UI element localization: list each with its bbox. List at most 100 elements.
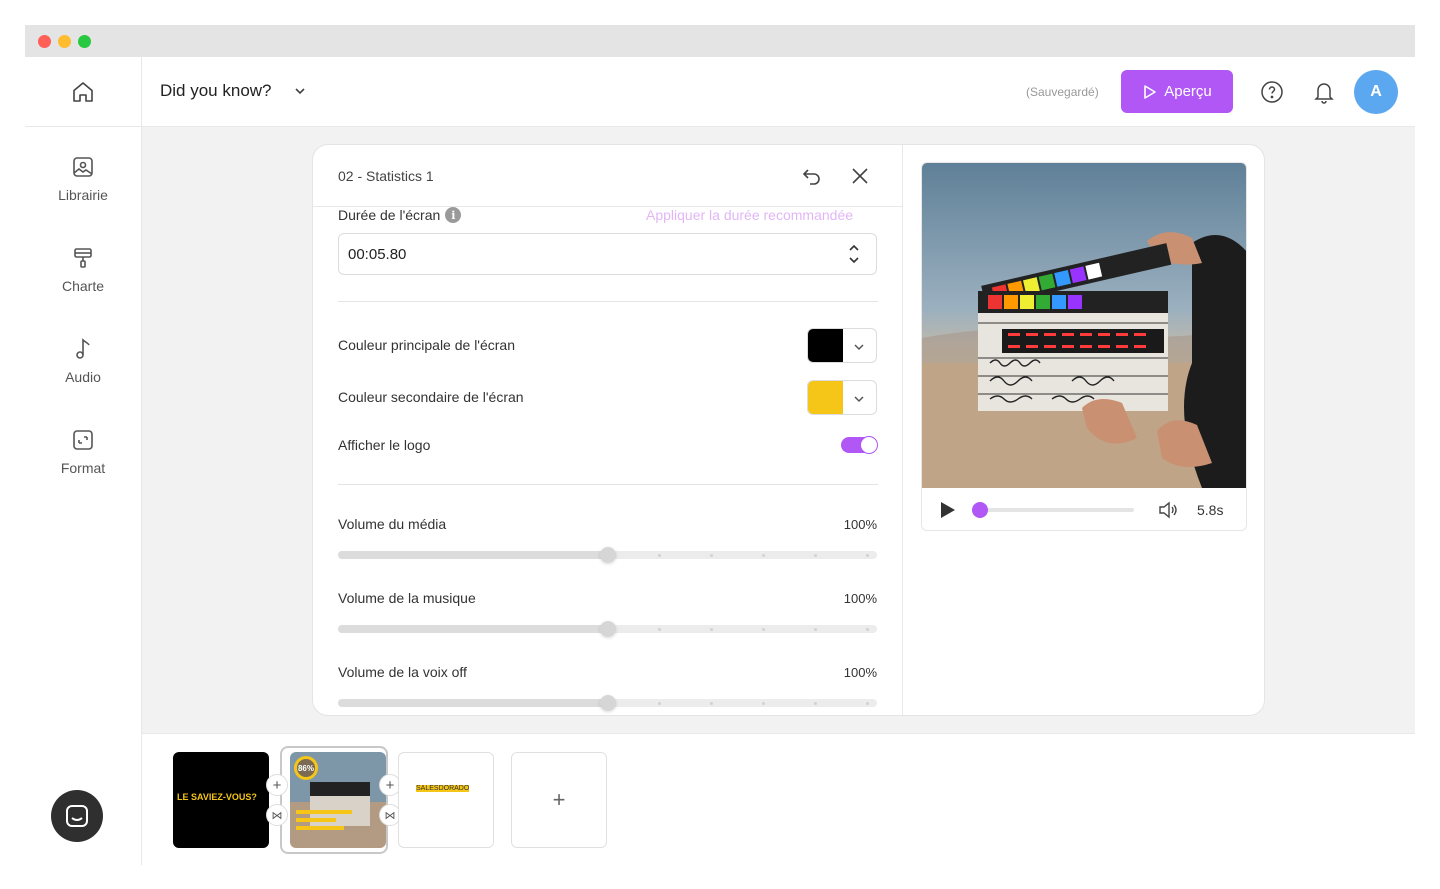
sidebar-item-charte[interactable]: Charte: [25, 246, 141, 316]
divider: [338, 301, 878, 302]
slider-fill: [338, 699, 608, 707]
info-icon[interactable]: i: [445, 207, 462, 223]
slider-tick: [761, 702, 765, 705]
primary-color-label: Couleur principale de l'écran: [338, 337, 515, 353]
image-icon: [73, 157, 93, 177]
sidebar-item-label: Format: [60, 460, 106, 476]
chat-icon: [66, 805, 88, 827]
chevron-down-icon: [854, 396, 864, 403]
duration-input[interactable]: 00:05.80: [338, 233, 877, 275]
slider-tick: [658, 554, 662, 557]
show-logo-toggle[interactable]: [841, 436, 878, 454]
slider-tick: [865, 702, 869, 705]
slide-thumbnail-2[interactable]: 86%: [290, 752, 386, 848]
slide-2-badge: 86%: [294, 756, 318, 780]
slider-tick: [658, 628, 662, 631]
slide-3-logo: SALESDORADO: [416, 785, 470, 792]
preview-button[interactable]: Aperçu: [1121, 70, 1233, 113]
media-volume-label: Volume du média: [338, 516, 447, 532]
sidebar-item-label: Audio: [65, 369, 101, 385]
close-window-button[interactable]: [38, 35, 51, 48]
slide-thumbnail-3[interactable]: SALESDORADO: [398, 752, 494, 848]
app-window: Librairie Charte Audio Format Did you kn…: [25, 25, 1415, 865]
apply-recommended-link[interactable]: Appliquer la durée recommandée: [646, 207, 853, 223]
primary-color-picker[interactable]: [807, 328, 877, 363]
sidebar-item-label: Librairie: [58, 187, 108, 203]
bell-icon[interactable]: [1312, 79, 1336, 105]
slide-thumbnail-2-selected[interactable]: 86%: [280, 746, 388, 854]
sidebar-item-librairie[interactable]: Librairie: [25, 155, 141, 225]
sidebar-item-label: Charte: [61, 278, 105, 294]
title-bar: [25, 25, 1415, 57]
avatar[interactable]: A: [1354, 70, 1398, 114]
duration-value: 00:05.80: [348, 245, 407, 263]
slide-1-text: LE SAVIEZ-VOUS?: [177, 792, 257, 802]
slider-tick: [761, 628, 765, 631]
slide-thumbnail-1[interactable]: LE SAVIEZ-VOUS?: [173, 752, 269, 848]
slider-knob[interactable]: [599, 695, 616, 711]
slider-tick: [813, 702, 817, 705]
minimize-window-button[interactable]: [58, 35, 71, 48]
panel-header: 02 - Statistics 1: [313, 145, 903, 207]
screen-settings-panel: 02 - Statistics 1 Durée de l'écran i App…: [312, 144, 1265, 716]
primary-color-swatch: [808, 329, 843, 362]
slider-tick: [710, 702, 714, 705]
top-bar: Did you know? (Sauvegardé) Aperçu A: [142, 57, 1415, 127]
sidebar-item-audio[interactable]: Audio: [25, 337, 141, 407]
music-volume-value: 100%: [843, 591, 877, 606]
maximize-window-button[interactable]: [78, 35, 91, 48]
playback-thumb[interactable]: [972, 502, 988, 518]
slider-tick: [865, 628, 869, 631]
chat-support-button[interactable]: [51, 790, 103, 842]
transition-icon[interactable]: ⋈: [266, 804, 288, 826]
slider-tick: [761, 554, 765, 557]
music-volume-label: Volume de la musique: [338, 590, 476, 606]
settings-column: 02 - Statistics 1 Durée de l'écran i App…: [313, 145, 903, 715]
project-title[interactable]: Did you know?: [160, 81, 272, 101]
voiceover-volume-label: Volume de la voix off: [338, 664, 467, 680]
voiceover-volume-slider[interactable]: [338, 695, 877, 711]
video-preview: 5.8s: [921, 162, 1247, 531]
playback-progress-bar[interactable]: [972, 502, 1134, 518]
sidebar-item-format[interactable]: Format: [25, 428, 141, 498]
music-volume-slider[interactable]: [338, 621, 877, 637]
slider-fill: [338, 625, 608, 633]
show-logo-label: Afficher le logo: [338, 437, 431, 453]
media-volume-value: 100%: [843, 517, 877, 532]
duration-label-row: Durée de l'écran i: [338, 207, 462, 223]
clapperboard-image: [922, 163, 1246, 488]
slider-knob[interactable]: [599, 547, 616, 563]
play-outline-icon: [1144, 84, 1157, 99]
slider-knob[interactable]: [599, 621, 616, 637]
voiceover-volume-value: 100%: [843, 665, 877, 680]
player-controls: 5.8s: [922, 488, 1246, 530]
resize-icon: [73, 430, 93, 450]
chevron-down-icon[interactable]: [292, 83, 308, 99]
media-volume-slider[interactable]: [338, 547, 877, 563]
add-slide-button[interactable]: +: [511, 752, 607, 848]
timeline: LE SAVIEZ-VOUS? 86% + ⋈ + ⋈ SALESDORADO: [142, 733, 1415, 865]
toggle-knob: [860, 436, 878, 454]
save-status: (Sauvegardé): [1026, 85, 1099, 99]
slider-tick: [865, 554, 869, 557]
undo-icon[interactable]: [801, 165, 823, 187]
secondary-color-picker[interactable]: [807, 380, 877, 415]
video-duration: 5.8s: [1197, 502, 1224, 518]
stepper-arrows-icon[interactable]: [848, 243, 860, 265]
secondary-color-label: Couleur secondaire de l'écran: [338, 389, 524, 405]
close-icon[interactable]: [850, 166, 870, 186]
divider: [338, 484, 878, 485]
music-note-icon: [76, 338, 90, 359]
play-icon[interactable]: [938, 501, 956, 519]
secondary-color-swatch: [808, 381, 843, 414]
home-button[interactable]: [25, 57, 141, 127]
editor-area: 02 - Statistics 1 Durée de l'écran i App…: [142, 127, 1415, 733]
chevron-down-icon: [854, 344, 864, 351]
slider-fill: [338, 551, 608, 559]
slider-tick: [658, 702, 662, 705]
help-icon[interactable]: [1260, 80, 1284, 104]
insert-slide-button[interactable]: +: [266, 774, 288, 796]
volume-icon[interactable]: [1158, 501, 1178, 519]
preview-button-label: Aperçu: [1164, 83, 1212, 100]
slider-tick: [813, 554, 817, 557]
